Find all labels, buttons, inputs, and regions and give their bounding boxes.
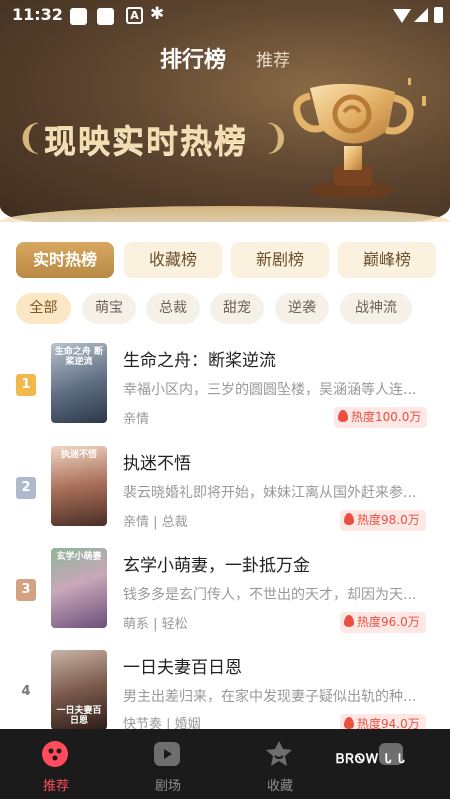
item-title[interactable]: 玄学小萌妻，一卦抵万金 (123, 551, 310, 576)
rank-badge: 1 (16, 374, 36, 396)
app-screen: 11:32 A ✱ 排行榜 推荐 ❨ 现映实时热榜 ❩ 实时热榜 收藏榜 新剧榜… (0, 0, 450, 799)
rank-badge: 2 (16, 477, 36, 499)
item-description: 男主出差归来，在家中发现妻子疑似出轨的种... (123, 689, 417, 705)
tab-favorites[interactable]: 收藏榜 (124, 242, 222, 278)
hero-edge (0, 206, 450, 222)
item-tags: 萌系 | 轻松 (123, 617, 188, 632)
chip-baby[interactable]: 萌宝 (82, 293, 136, 324)
cover-title: 执迷不悟 (60, 450, 97, 460)
laurel-left-icon: ❨ (16, 118, 45, 158)
heat-value: 热度96.0万 (357, 615, 420, 629)
chip-comeback[interactable]: 逆袭 (275, 293, 329, 324)
nav-label: 剧场 (154, 779, 181, 794)
rank-badge: 4 (21, 684, 31, 699)
chip-ceo[interactable]: 总裁 (146, 293, 200, 324)
cover-image[interactable]: 执迷不悟 (51, 446, 107, 526)
list-item[interactable]: 3 玄学小萌妻 玄学小萌妻，一卦抵万金 钱多多是玄门传人，不世出的天才，却因为天… (0, 548, 450, 648)
favorite-icon (266, 741, 292, 766)
heat-value: 热度98.0万 (357, 513, 420, 527)
cover-image[interactable]: 玄学小萌妻 (51, 548, 107, 628)
list-item[interactable]: 1 生命之舟 断桨逆流 生命之舟：断桨逆流 幸福小区内，三岁的圆圆坠楼，吴涵涵等… (0, 343, 450, 443)
cover-title: 生命之舟 断桨逆流 (54, 347, 104, 367)
nav-favorites[interactable]: 收藏 (224, 729, 336, 799)
chip-sweet[interactable]: 甜宠 (210, 293, 264, 324)
cover-image[interactable]: 生命之舟 断桨逆流 (51, 343, 107, 423)
item-description: 裴云晓婚礼即将开始，妹妹江离从国外赶来参... (123, 485, 417, 501)
heat-badge: 热度96.0万 (340, 612, 426, 633)
chip-god-of-war[interactable]: 战神流 (340, 293, 412, 324)
theater-icon (154, 742, 180, 766)
app-notification-icon: A (126, 7, 143, 24)
item-title[interactable]: 生命之舟：断桨逆流 (123, 346, 276, 371)
item-description: 幸福小区内，三岁的圆圆坠楼，吴涵涵等人连... (123, 382, 417, 398)
recommend-icon (42, 741, 68, 767)
flame-icon (338, 410, 348, 422)
tab-realtime[interactable]: 实时热榜 (16, 242, 114, 278)
tab-peak[interactable]: 巅峰榜 (338, 242, 436, 278)
hero-header: 11:32 A ✱ 排行榜 推荐 ❨ 现映实时热榜 ❩ (0, 0, 450, 222)
nav-label: 收藏 (266, 779, 293, 794)
notification-icon (97, 8, 114, 25)
item-description: 钱多多是玄门传人，不世出的天才，却因为天... (123, 587, 417, 603)
item-title[interactable]: 一日夫妻百日恩 (123, 653, 242, 678)
cover-title: 一日夫妻百日恩 (56, 706, 102, 726)
bug-icon: ✱ (150, 4, 165, 24)
heat-badge: 热度100.0万 (334, 407, 428, 428)
banner-title: 现映实时热榜 (44, 122, 249, 160)
nav-theater[interactable]: 剧场 (112, 729, 224, 799)
nav-recommend[interactable]: 推荐 (0, 729, 112, 799)
flame-icon (344, 513, 354, 525)
category-chips: 全部 萌宝 总裁 甜宠 逆袭 战神流 (16, 293, 436, 325)
trophy-icon (293, 78, 426, 199)
item-tags: 亲情 | 总裁 (123, 515, 188, 530)
status-time: 11:32 (12, 5, 63, 24)
cover-image[interactable]: 一日夫妻百日恩 (51, 650, 107, 730)
wifi-icon (393, 9, 411, 23)
heat-value: 热度100.0万 (351, 410, 422, 424)
notification-icon (70, 8, 87, 25)
laurel-right-icon: ❩ (262, 118, 291, 158)
chip-all[interactable]: 全部 (16, 293, 71, 324)
recommend-tab-link[interactable]: 推荐 (256, 46, 290, 71)
ranking-tabs: 实时热榜 收藏榜 新剧榜 巅峰榜 (16, 242, 436, 280)
heat-badge: 热度98.0万 (340, 510, 426, 531)
rank-badge: 3 (16, 579, 36, 601)
item-tags: 亲情 (123, 412, 150, 427)
nav-label: 推荐 (42, 779, 69, 794)
flame-icon (344, 717, 354, 729)
list-item[interactable]: 2 执迷不悟 执迷不悟 裴云晓婚礼即将开始，妹妹江离从国外赶来参... 亲情 |… (0, 446, 450, 546)
cover-title: 玄学小萌妻 (56, 552, 102, 562)
watermark: ᏴᏒᏫᎳ Ꮣ Ꮣ (336, 752, 407, 767)
flame-icon (344, 615, 354, 627)
item-title[interactable]: 执迷不悟 (123, 449, 191, 474)
signal-icon (414, 8, 428, 22)
battery-icon (434, 7, 443, 23)
tab-new[interactable]: 新剧榜 (231, 242, 329, 278)
page-title[interactable]: 排行榜 (160, 42, 226, 74)
status-bar: 11:32 A ✱ (0, 0, 450, 32)
